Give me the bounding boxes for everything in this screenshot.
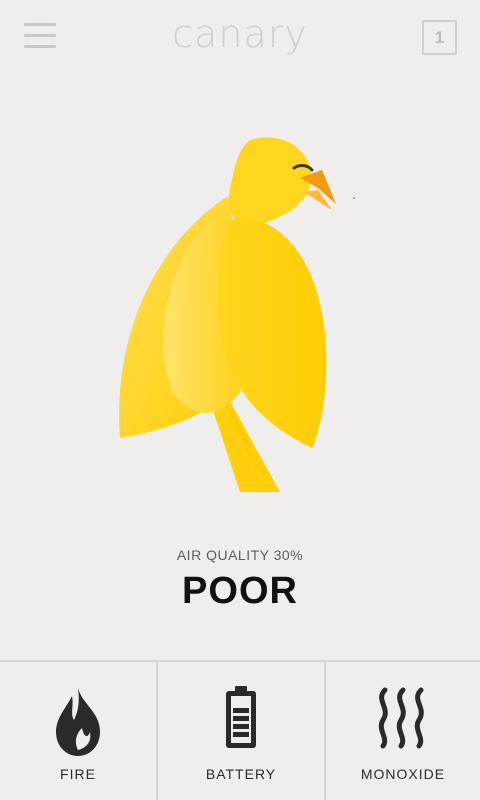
header: canary 1	[0, 0, 480, 76]
notification-badge[interactable]: 1	[422, 20, 457, 55]
bottom-tab-bar: FIRE BATTERY MONOXIDE	[0, 660, 480, 800]
tab-fire[interactable]: FIRE	[0, 662, 158, 800]
smoke-waves-icon	[378, 687, 424, 749]
tab-monoxide-label: MONOXIDE	[360, 766, 446, 782]
hamburger-menu-icon[interactable]	[22, 20, 58, 52]
app-screen: canary 1 AIR QUALITY 30% POOR FIRE BATTE…	[0, 0, 480, 800]
battery-icon	[226, 686, 256, 748]
tab-fire-label: FIRE	[60, 766, 96, 782]
tab-battery-label: BATTERY	[205, 766, 277, 782]
air-quality-rating: POOR	[182, 570, 298, 612]
tab-battery[interactable]: BATTERY	[158, 662, 326, 800]
app-title: canary	[172, 12, 308, 56]
canary-bird-illustration	[119, 137, 355, 492]
tab-monoxide[interactable]: MONOXIDE	[326, 662, 480, 800]
air-quality-label: AIR QUALITY 30%	[176, 547, 304, 563]
flame-icon	[56, 688, 100, 756]
